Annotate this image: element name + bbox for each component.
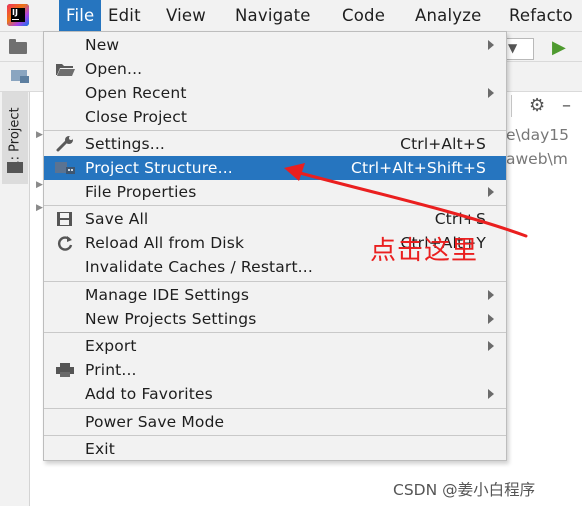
menu-item-label: Exit xyxy=(85,440,115,458)
menu-item-power-save-mode[interactable]: Power Save Mode xyxy=(44,410,506,434)
menu-item-save-all[interactable]: Save All Ctrl+S xyxy=(44,207,506,231)
menu-separator xyxy=(44,332,506,333)
menu-item-export[interactable]: Export xyxy=(44,334,506,358)
menu-item-file-properties[interactable]: File Properties xyxy=(44,180,506,204)
menu-refactor[interactable]: Refacto xyxy=(502,0,580,31)
menu-edit[interactable]: Edit xyxy=(101,0,148,31)
menu-view[interactable]: View xyxy=(159,0,213,31)
menu-separator xyxy=(44,435,506,436)
menu-separator xyxy=(44,130,506,131)
menu-item-open-recent[interactable]: Open Recent xyxy=(44,81,506,105)
submenu-arrow-icon xyxy=(488,341,494,351)
menu-analyze[interactable]: Analyze xyxy=(408,0,488,31)
menu-item-shortcut: Ctrl+Alt+S xyxy=(400,135,486,153)
submenu-arrow-icon xyxy=(488,187,494,197)
folder-icon xyxy=(7,162,23,173)
menu-separator xyxy=(44,205,506,206)
menu-item-new[interactable]: New xyxy=(44,33,506,57)
menu-item-label: Reload All from Disk xyxy=(85,234,245,252)
menu-item-label: Export xyxy=(85,337,137,355)
menu-item-label: New xyxy=(85,36,120,54)
menu-item-label: Manage IDE Settings xyxy=(85,286,250,304)
minimize-icon[interactable]: – xyxy=(562,97,571,115)
project-path-text: aweb\m xyxy=(506,150,568,168)
submenu-arrow-icon xyxy=(488,40,494,50)
project-tab-label: 1: Project xyxy=(7,107,23,169)
menu-item-label: Settings... xyxy=(85,135,166,153)
menu-item-label: File Properties xyxy=(85,183,197,201)
menu-item-add-to-favorites[interactable]: Add to Favorites xyxy=(44,382,506,406)
menu-file[interactable]: File xyxy=(59,0,102,31)
menu-item-label: Open Recent xyxy=(85,84,187,102)
submenu-arrow-icon xyxy=(488,290,494,300)
menu-separator xyxy=(44,408,506,409)
menu-navigate[interactable]: Navigate xyxy=(228,0,318,31)
menu-code[interactable]: Code xyxy=(335,0,392,31)
toolbar-divider xyxy=(511,95,512,117)
menu-item-print[interactable]: Print... xyxy=(44,358,506,382)
menu-item-project-structure[interactable]: Project Structure... Ctrl+Alt+Shift+S xyxy=(44,156,506,180)
save-icon xyxy=(57,212,72,226)
watermark: CSDN @姜小白程序 xyxy=(393,481,536,499)
menu-item-manage-ide-settings[interactable]: Manage IDE Settings xyxy=(44,283,506,307)
menu-item-label: Project Structure... xyxy=(85,159,233,177)
project-tree-panel xyxy=(504,120,582,506)
menu-item-open[interactable]: Open... xyxy=(44,57,506,81)
menu-item-shortcut: Ctrl+S xyxy=(434,210,486,228)
intellij-logo-icon: IJ xyxy=(7,4,29,26)
printer-icon xyxy=(56,363,74,377)
menu-item-settings[interactable]: Settings... Ctrl+Alt+S xyxy=(44,132,506,156)
submenu-arrow-icon xyxy=(488,88,494,98)
menu-separator xyxy=(44,281,506,282)
reload-icon xyxy=(58,236,73,251)
gear-icon[interactable]: ⚙ xyxy=(529,96,545,116)
project-path-text: e\day15 xyxy=(506,126,569,144)
menu-item-new-projects-settings[interactable]: New Projects Settings xyxy=(44,307,506,331)
chevron-down-icon[interactable]: ▼ xyxy=(508,41,517,55)
project-icon xyxy=(11,70,29,83)
run-icon[interactable]: ▶ xyxy=(552,38,566,58)
menu-item-label: Invalidate Caches / Restart... xyxy=(85,258,313,276)
menu-item-label: New Projects Settings xyxy=(85,310,257,328)
menu-item-label: Power Save Mode xyxy=(85,413,225,431)
menu-item-label: Open... xyxy=(85,60,143,78)
menu-item-exit[interactable]: Exit xyxy=(44,437,506,461)
wrench-icon xyxy=(56,136,73,152)
menu-item-label: Close Project xyxy=(85,108,188,126)
project-structure-icon xyxy=(55,162,75,174)
menu-item-label: Print... xyxy=(85,361,137,379)
tree-expand-arrow-icon[interactable]: ▶ xyxy=(36,203,43,213)
menu-bar: IJ File Edit View Navigate Code Analyze … xyxy=(0,0,582,32)
tree-expand-arrow-icon[interactable]: ▶ xyxy=(36,180,43,190)
submenu-arrow-icon xyxy=(488,314,494,324)
folder-icon[interactable] xyxy=(9,39,27,54)
annotation-text: 点击这里 xyxy=(370,236,479,266)
menu-item-label: Add to Favorites xyxy=(85,385,213,403)
menu-item-shortcut: Ctrl+Alt+Shift+S xyxy=(351,159,486,177)
folder-open-icon xyxy=(56,64,75,76)
menu-item-close-project[interactable]: Close Project xyxy=(44,105,506,129)
menu-item-label: Save All xyxy=(85,210,149,228)
tree-expand-arrow-icon[interactable]: ▶ xyxy=(36,130,43,140)
submenu-arrow-icon xyxy=(488,389,494,399)
